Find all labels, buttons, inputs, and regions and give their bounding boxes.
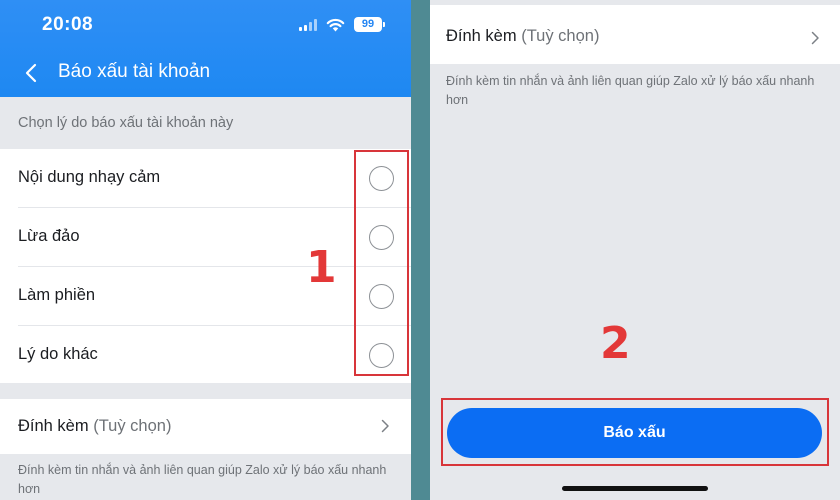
step-1-label: 1	[306, 242, 337, 293]
attachment-optional-label: (Tuỳ chọn)	[521, 27, 600, 45]
reason-radio[interactable]	[369, 166, 394, 191]
page-title: Báo xấu tài khoản	[58, 61, 211, 82]
report-screen-left: 20:08 99 Báo xấu tài khoản Chọn lý do bá…	[0, 0, 411, 500]
reason-section-hint: Chọn lý do báo xấu tài khoản này	[18, 115, 234, 131]
reason-item-harassment[interactable]: Làm phiền	[0, 267, 411, 326]
reason-radio[interactable]	[369, 225, 394, 250]
reason-item-sensitive-content[interactable]: Nội dung nhạy cảm	[0, 149, 411, 208]
status-bar: 20:08 99	[0, 0, 411, 48]
chevron-right-icon	[381, 419, 389, 433]
reason-label: Nội dung nhạy cảm	[18, 168, 161, 186]
back-icon[interactable]	[22, 62, 42, 84]
reason-item-scam[interactable]: Lừa đảo	[0, 208, 411, 267]
attachment-note: Đính kèm tin nhắn và ảnh liên quan giúp …	[446, 74, 815, 107]
status-icons: 99	[299, 17, 385, 32]
attachment-title: Đính kèm (Tuỳ chọn)	[446, 27, 599, 46]
reason-radio[interactable]	[369, 284, 394, 309]
reason-radio[interactable]	[369, 343, 394, 368]
reason-label: Làm phiền	[18, 286, 96, 304]
reason-label: Lý do khác	[18, 345, 98, 363]
attachment-optional-label: (Tuỳ chọn)	[93, 417, 172, 435]
attachment-label: Đính kèm	[446, 27, 517, 45]
attachment-row[interactable]: Đính kèm (Tuỳ chọn)	[0, 399, 411, 454]
reason-list: Nội dung nhạy cảm Lừa đảo Làm phiền Lý d…	[0, 149, 411, 383]
attachment-label: Đính kèm	[18, 417, 89, 435]
nav-bar: Báo xấu tài khoản	[0, 48, 411, 97]
attachment-title: Đính kèm (Tuỳ chọn)	[18, 417, 171, 436]
attachment-note: Đính kèm tin nhắn và ảnh liên quan giúp …	[18, 463, 387, 496]
attachment-row[interactable]: Đính kèm (Tuỳ chọn)	[430, 5, 840, 64]
reason-item-other[interactable]: Lý do khác	[0, 326, 411, 385]
step-2-label: 2	[600, 318, 631, 369]
wifi-icon	[326, 18, 345, 31]
battery-icon: 99	[354, 17, 385, 32]
chevron-right-icon	[811, 31, 819, 45]
signal-icon	[299, 18, 317, 31]
reason-label: Lừa đảo	[18, 227, 80, 245]
header: 20:08 99 Báo xấu tài khoản	[0, 0, 411, 97]
report-button[interactable]: Báo xấu	[447, 408, 822, 458]
home-indicator	[562, 486, 708, 491]
status-time: 20:08	[42, 14, 94, 35]
